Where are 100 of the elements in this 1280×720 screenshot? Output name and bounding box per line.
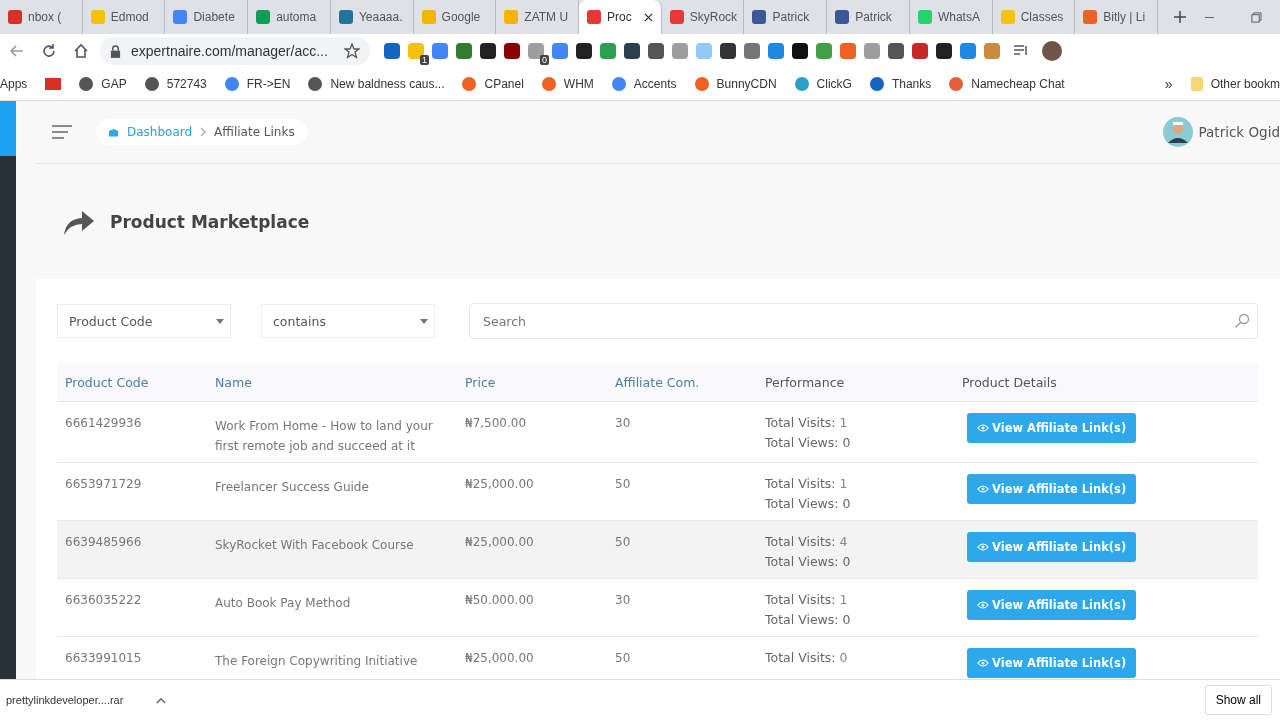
browser-tab[interactable]: Patrick bbox=[744, 0, 828, 34]
column-header: Product Code bbox=[64, 374, 150, 390]
column-header: Product Details bbox=[962, 374, 1058, 390]
avatar-icon[interactable] bbox=[1042, 41, 1062, 61]
browser-tab[interactable]: Patrick bbox=[827, 0, 910, 34]
site-logo-icon bbox=[694, 77, 709, 91]
extension-icon[interactable] bbox=[936, 43, 952, 59]
table-cell-text: 6636035222 bbox=[64, 592, 143, 609]
search-icon[interactable] bbox=[1234, 313, 1250, 329]
table-cell-text: 30 bbox=[615, 592, 632, 609]
site-logo-icon bbox=[144, 77, 159, 91]
bookmark[interactable]: CPanel bbox=[462, 77, 524, 91]
caret-icon bbox=[420, 318, 428, 324]
chevron-up-icon[interactable] bbox=[156, 696, 166, 704]
bookmark[interactable]: 572743 bbox=[144, 77, 207, 91]
views-count: Total Views: 0 bbox=[765, 611, 852, 629]
extension-icon[interactable] bbox=[792, 43, 808, 59]
breadcrumb-link[interactable]: Affiliate Links bbox=[214, 125, 295, 139]
site-logo-icon bbox=[79, 77, 94, 91]
table-cell-text: Freelancer Success Guide bbox=[215, 479, 370, 496]
address-bar[interactable]: expertnaire.com/manager/acc... bbox=[100, 37, 370, 65]
column-header: Price bbox=[465, 374, 497, 390]
site-logo-icon bbox=[8, 10, 22, 24]
visits-count: Total Visits: 0 bbox=[765, 649, 849, 667]
visits-count: Total Visits: 1 bbox=[765, 414, 849, 432]
extension-icon[interactable] bbox=[624, 43, 640, 59]
views-count: Total Views: 0 bbox=[765, 553, 852, 571]
extension-icon[interactable] bbox=[480, 43, 496, 59]
field-dropdown[interactable]: Product Code bbox=[57, 304, 231, 338]
table-cell-text: ₦25,000.00 bbox=[465, 534, 535, 551]
table-cell-text: The Foreign Copywriting Initiative bbox=[215, 653, 419, 670]
user-name[interactable]: Patrick Ogid bbox=[1198, 124, 1280, 140]
site-logo-icon bbox=[917, 10, 932, 24]
page-title: Product Marketplace bbox=[110, 211, 310, 232]
bookmark[interactable]: New baldness caus... bbox=[308, 77, 445, 91]
bookmark[interactable]: WHM bbox=[541, 77, 594, 91]
bookmark[interactable]: Accents bbox=[611, 77, 677, 91]
browser-tab[interactable]: Bitly | Li bbox=[1075, 0, 1159, 34]
table-cell-text: 50 bbox=[615, 534, 632, 551]
extension-icon[interactable] bbox=[408, 43, 424, 59]
restore-icon[interactable] bbox=[1250, 11, 1262, 23]
bookmark[interactable]: BunnyCDN bbox=[694, 77, 777, 91]
browser-tab[interactable]: Classes bbox=[992, 0, 1076, 34]
table-cell-text: ₦50.000.00 bbox=[465, 592, 535, 609]
extension-icon[interactable] bbox=[888, 43, 904, 59]
other-bookmarks-folder[interactable]: Other bookm bbox=[1190, 77, 1280, 91]
browser-tab[interactable]: Proc bbox=[579, 0, 662, 34]
eye-icon bbox=[977, 543, 989, 551]
site-logo-icon bbox=[308, 77, 323, 91]
menu-icon[interactable] bbox=[52, 125, 72, 139]
visits-count: Total Visits: 1 bbox=[765, 591, 849, 609]
caret-icon bbox=[216, 318, 224, 324]
site-logo-icon bbox=[338, 10, 353, 24]
extension-icon[interactable] bbox=[576, 43, 592, 59]
site-logo-icon bbox=[835, 10, 850, 24]
bookmark[interactable]: FR->EN bbox=[224, 77, 291, 91]
bookmark[interactable]: Apps bbox=[0, 77, 28, 91]
lock-icon bbox=[110, 44, 121, 58]
extension-icon[interactable] bbox=[720, 43, 736, 59]
show-all-button[interactable]: Show all bbox=[1204, 685, 1272, 715]
table-cell-text: ₦7,500.00 bbox=[465, 415, 528, 432]
browser-tab[interactable]: Yeaaaa. bbox=[330, 0, 414, 34]
mail-icon[interactable] bbox=[45, 78, 62, 90]
star-icon[interactable] bbox=[344, 43, 360, 59]
bookmark[interactable]: Thanks bbox=[869, 77, 932, 91]
chevron-icon bbox=[200, 127, 207, 137]
browser-tab[interactable]: SkyRock bbox=[661, 0, 745, 34]
new-tab-icon[interactable] bbox=[1174, 11, 1186, 23]
extension-icon[interactable] bbox=[504, 43, 520, 59]
search-field[interactable]: Search bbox=[469, 303, 1258, 339]
table-cell-text: 30 bbox=[615, 415, 632, 432]
table-cell-text: 50 bbox=[615, 476, 632, 493]
browser-tab[interactable]: nbox ( bbox=[0, 0, 83, 34]
close-icon[interactable] bbox=[643, 12, 653, 22]
site-logo-icon bbox=[173, 10, 188, 24]
visits-count: Total Visits: 4 bbox=[765, 533, 849, 551]
browser-tab[interactable]: Edmod bbox=[82, 0, 166, 34]
column-header: Name bbox=[215, 374, 253, 390]
browser-tab[interactable]: WhatsA bbox=[909, 0, 993, 34]
table-cell-text: Auto Book Pay Method bbox=[215, 595, 352, 612]
site-logo-icon bbox=[752, 10, 767, 24]
dashboard-icon bbox=[108, 127, 119, 137]
table-cell-text: 6639485966 bbox=[64, 534, 143, 551]
browser-tab[interactable]: automa bbox=[248, 0, 331, 34]
site-logo-icon bbox=[462, 77, 477, 91]
more-bookmarks-button[interactable]: » bbox=[1164, 76, 1173, 92]
download-file-name[interactable]: prettylinkdeveloper....rar bbox=[0, 694, 156, 706]
bookmark[interactable]: Namecheap Chat bbox=[949, 77, 1065, 91]
site-logo-icon bbox=[669, 10, 684, 24]
site-logo-icon bbox=[1083, 10, 1098, 24]
browser-tab[interactable]: Google bbox=[413, 0, 497, 34]
table-cell-text: 6653971729 bbox=[64, 476, 143, 493]
site-logo-icon bbox=[504, 10, 519, 24]
operator-dropdown[interactable]: contains bbox=[261, 304, 435, 338]
bookmark[interactable]: ClickG bbox=[794, 77, 852, 91]
extension-icon[interactable] bbox=[648, 43, 664, 59]
bookmark[interactable]: GAP bbox=[79, 77, 127, 91]
site-logo-icon bbox=[794, 77, 809, 91]
browser-tab[interactable]: Diabete bbox=[165, 0, 249, 34]
extension-icon[interactable] bbox=[528, 43, 544, 59]
